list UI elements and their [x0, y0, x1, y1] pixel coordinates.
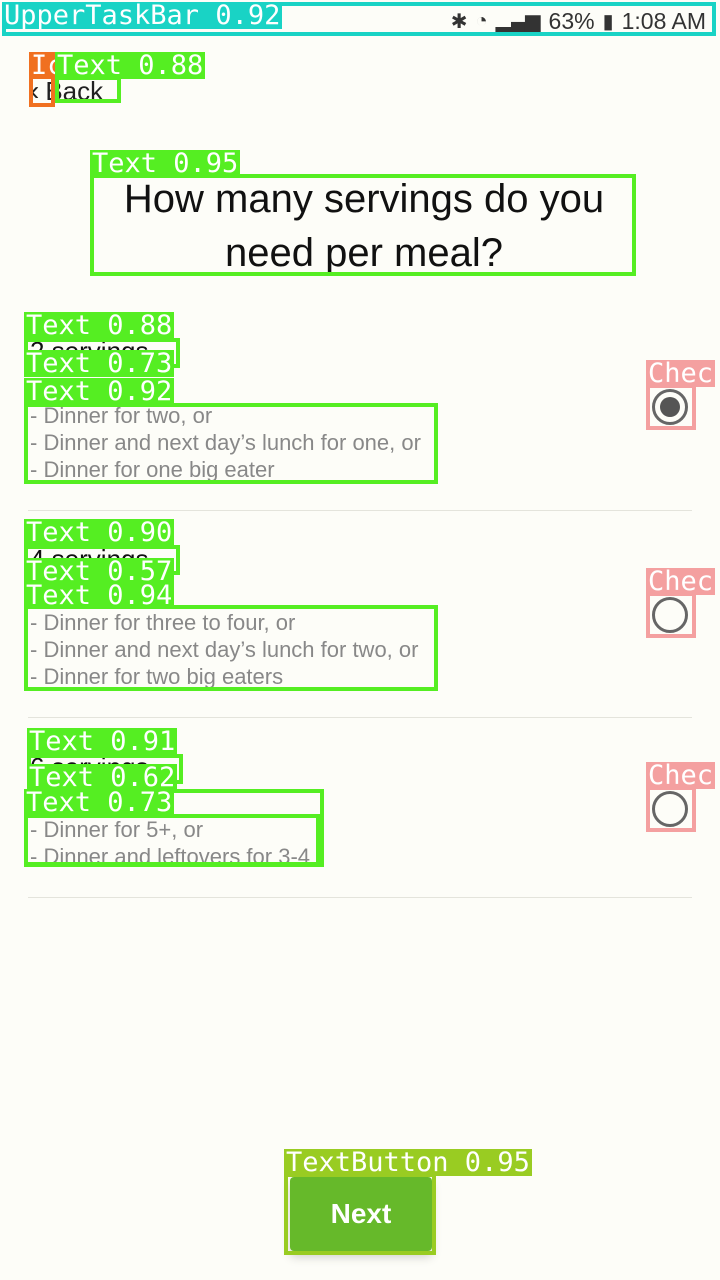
annotation-box: [646, 592, 696, 638]
divider: [28, 897, 692, 898]
annotation-box: [90, 174, 636, 276]
annotation-box: [284, 1173, 436, 1255]
annotation-box: [646, 786, 696, 832]
annotation-label: Text 0.92: [24, 376, 175, 407]
annotation-box: [24, 403, 438, 484]
annotation-label: Chec: [646, 358, 716, 389]
annotation-box: [24, 605, 438, 691]
annotation-label: Text 0.94: [24, 580, 175, 611]
annotation-label: Text 0.73: [24, 348, 175, 379]
annotation-label: Text 0.73: [24, 787, 175, 818]
divider: [28, 717, 692, 718]
annotation-label: Text 0.88: [55, 50, 206, 81]
annotation-box: [646, 384, 696, 430]
annotation-label: Text 0.95: [90, 148, 241, 179]
annotation-label: Chec: [646, 760, 716, 791]
annotation-label: TextButton 0.95: [284, 1147, 532, 1178]
divider: [28, 510, 692, 511]
annotation-label: Chec: [646, 566, 716, 597]
annotation-label: Text 0.88: [24, 310, 175, 341]
annotation-box: [24, 814, 320, 866]
annotation-label: Text 0.91: [27, 726, 178, 757]
annotation-label: UpperTaskBar 0.92: [2, 0, 283, 31]
annotation-label: Text 0.90: [24, 517, 175, 548]
